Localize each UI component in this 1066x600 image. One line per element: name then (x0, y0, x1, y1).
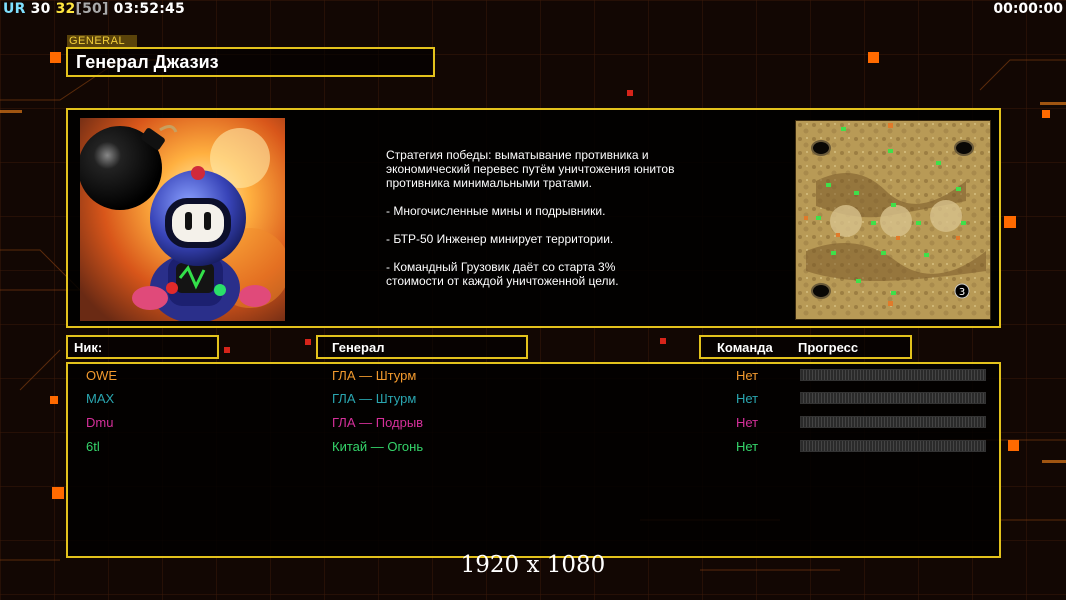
player-general: ГЛА — Штурм (332, 368, 417, 383)
header-team-label: Команда (717, 340, 773, 355)
performance-stats: UR 30 32[50] 03:52:45 (3, 1, 185, 17)
general-description: Стратегия победы: выматывание противника… (386, 148, 675, 288)
table-row[interactable]: OWE ГЛА — Штурм Нет (68, 366, 999, 388)
player-nick: 6tl (86, 439, 100, 454)
stat-value-3: [50] (75, 1, 109, 17)
player-general: ГЛА — Подрыв (332, 415, 424, 430)
player-nick: OWE (86, 368, 118, 383)
table-row[interactable]: 6tl Китай — Огонь Нет (68, 437, 999, 459)
general-info-panel: Стратегия победы: выматывание противника… (66, 108, 1001, 328)
header-general-label: Генерал (332, 340, 385, 355)
general-tag: GENERAL (67, 35, 137, 47)
player-general: ГЛА — Штурм (332, 391, 417, 406)
header-nick: Ник: (66, 335, 219, 359)
stat-value-1: 30 (30, 1, 51, 17)
player-team: Нет (736, 368, 759, 383)
header-general: Генерал (316, 335, 528, 359)
player-table: OWE ГЛА — Штурм Нет MAX ГЛА — Штурм Нет … (66, 362, 1001, 558)
general-name: Генерал Джазиз (76, 52, 219, 72)
progress-bar (800, 416, 986, 428)
player-nick: Dmu (86, 415, 114, 430)
player-nick: MAX (86, 391, 115, 406)
player-team: Нет (736, 415, 759, 430)
header-nick-label: Ник: (74, 340, 103, 355)
progress-bar (800, 369, 986, 381)
header-team-progress: Команда Прогресс (699, 335, 912, 359)
ur-label: UR (3, 1, 26, 17)
general-title-box: Генерал Джазиз (66, 47, 435, 77)
minimap-icon: 3 (795, 120, 991, 320)
elapsed-time: 03:52:45 (113, 1, 185, 17)
bomberman-portrait-icon (80, 118, 285, 321)
player-team: Нет (736, 391, 759, 406)
header-progress-label: Прогресс (798, 340, 859, 355)
progress-bar (800, 392, 986, 404)
resolution-label: 1920 x 1080 (460, 552, 606, 578)
progress-bar (800, 440, 986, 452)
game-clock: 00:00:00 (993, 1, 1063, 17)
hud-bar: UR 30 32[50] 03:52:45 00:00:00 (0, 0, 1066, 18)
stat-value-2: 32 (55, 1, 76, 17)
map-player-count: 3 (959, 287, 965, 298)
player-team: Нет (736, 439, 759, 454)
player-general: Китай — Огонь (332, 439, 424, 454)
table-row[interactable]: Dmu ГЛА — Подрыв Нет (68, 413, 999, 435)
table-row[interactable]: MAX ГЛА — Штурм Нет (68, 389, 999, 411)
